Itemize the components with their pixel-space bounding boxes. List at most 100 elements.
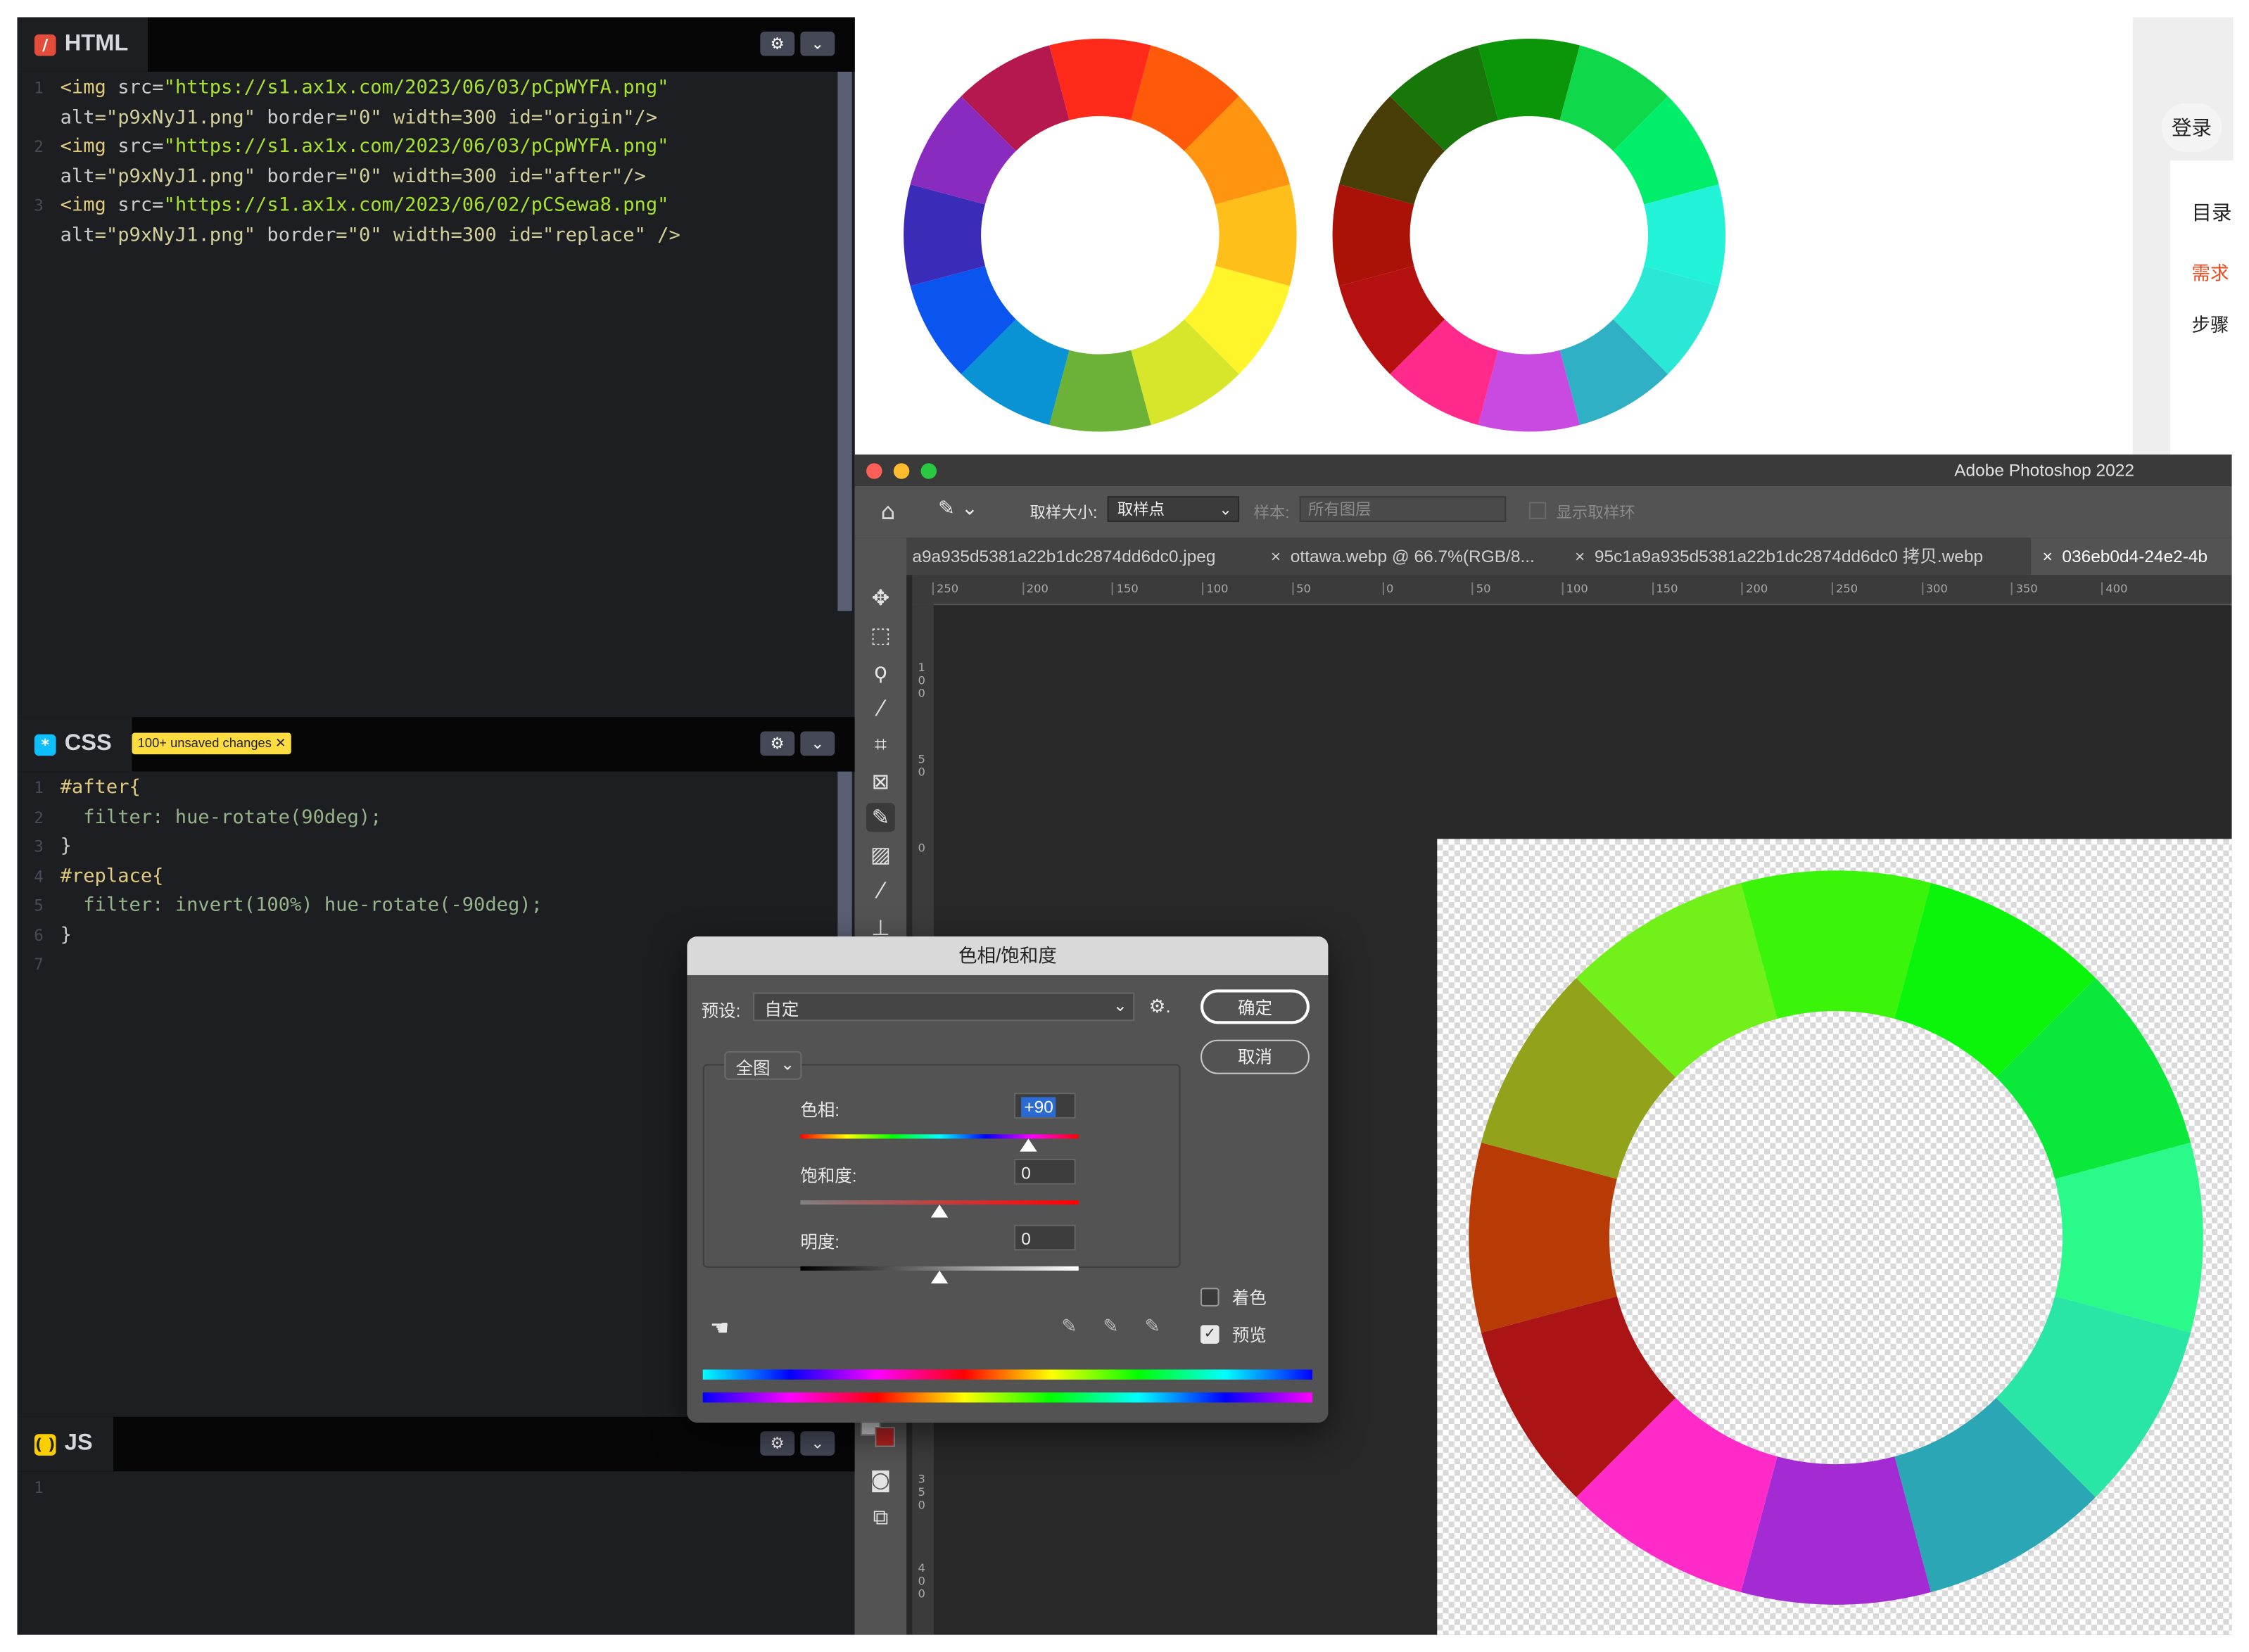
code-token: =: [152, 195, 164, 217]
brush-tool-icon[interactable]: ⁄: [866, 876, 895, 905]
document-canvas[interactable]: [1437, 839, 2232, 1635]
css-panel-header: * CSS 100+ unsaved changes ✕ ⚙ ⌄: [17, 717, 855, 772]
sample-value: 所有图层: [1307, 502, 1371, 519]
doc-tab-3[interactable]: × 95c1a9a935d5381a22b1dc2874dd6dc0 拷贝.we…: [1575, 538, 1983, 575]
ruler-label: 250: [1831, 582, 1858, 595]
close-window-button[interactable]: [866, 463, 882, 479]
sample-size-select[interactable]: 取样点 ⌄: [1107, 496, 1240, 522]
ruler-label: 150: [1652, 582, 1678, 595]
code-token: =: [152, 77, 164, 99]
ruler-label: 350: [2011, 582, 2038, 595]
login-button[interactable]: 登录: [2161, 103, 2222, 153]
chevron-down-icon: ⌄: [1219, 502, 1232, 519]
html-collapse-button[interactable]: ⌄: [800, 31, 835, 56]
lasso-tool-icon[interactable]: ϙ: [866, 657, 895, 686]
unsaved-changes-badge[interactable]: 100+ unsaved changes ✕: [132, 732, 292, 755]
cancel-label: 取消: [1237, 1046, 1272, 1067]
lightness-input[interactable]: 0: [1014, 1224, 1076, 1251]
healing-brush-tool-icon[interactable]: ▨: [866, 840, 895, 869]
doc-tab-1[interactable]: a9a935d5381a22b1dc2874dd6dc0.jpeg: [912, 538, 1215, 575]
doc-tab-label: ottawa.webp @ 66.7%(RGB/8...: [1290, 546, 1535, 567]
js-panel-tab[interactable]: ( ) JS: [17, 1416, 113, 1472]
move-tool-icon[interactable]: ✥: [866, 584, 895, 613]
hue-input[interactable]: +90: [1014, 1093, 1076, 1119]
show-sampling-ring-checkbox[interactable]: [1528, 502, 1547, 519]
marquee-tool-icon[interactable]: ⬚: [866, 621, 895, 650]
code-line-text: #after{: [60, 777, 141, 799]
line-number: 1: [34, 778, 44, 798]
hand-adjust-icon[interactable]: ☚: [710, 1315, 729, 1341]
js-collapse-button[interactable]: ⌄: [800, 1431, 835, 1456]
document-tabs: a9a935d5381a22b1dc2874dd6dc0.jpeg × otta…: [897, 538, 2232, 576]
close-icon[interactable]: ×: [1575, 547, 1585, 567]
ok-label: 确定: [1237, 998, 1272, 1019]
cancel-button[interactable]: 取消: [1200, 1039, 1310, 1074]
chevron-down-icon: ⌄: [811, 1434, 825, 1453]
sample-layers-select[interactable]: 所有图层: [1299, 496, 1507, 522]
eyedropper-tool-icon[interactable]: ✎: [866, 803, 895, 832]
js-code-area[interactable]: 1: [17, 1471, 837, 1634]
lightness-value: 0: [1021, 1228, 1031, 1250]
css-icon: *: [34, 733, 56, 756]
channel-select[interactable]: 全图 ⌄: [724, 1051, 802, 1080]
saturation-label: 饱和度:: [800, 1166, 857, 1186]
close-icon[interactable]: ×: [1271, 547, 1281, 567]
html-code-area[interactable]: 1 <img src="https://s1.ax1x.com/2023/06/0…: [17, 72, 837, 717]
code-token: ="0" width=300 id="after"/>: [336, 166, 646, 189]
eyedropper-icon[interactable]: ✎: [1061, 1315, 1077, 1338]
css-settings-button[interactable]: ⚙: [760, 731, 795, 756]
preview-images: [904, 39, 1726, 432]
lightness-slider-thumb[interactable]: [930, 1270, 949, 1284]
ok-button[interactable]: 确定: [1200, 989, 1310, 1024]
toc-item-requirement[interactable]: 需求: [2191, 258, 2229, 286]
html-settings-button[interactable]: ⚙: [760, 31, 795, 56]
css-scrollbar[interactable]: [837, 771, 852, 958]
preview-checkbox[interactable]: ✓: [1200, 1325, 1219, 1344]
background-color-swatch[interactable]: [875, 1427, 895, 1447]
quick-mask-icon[interactable]: ◙: [866, 1466, 895, 1494]
colorize-checkbox[interactable]: [1200, 1288, 1219, 1307]
preset-select[interactable]: 自定 ⌄: [753, 992, 1135, 1022]
ruler-label: 200: [1742, 582, 1768, 595]
code-token: ="p9xNyJ1.png": [94, 166, 267, 189]
code-token: src: [118, 77, 153, 99]
gear-icon[interactable]: ⚙.: [1149, 996, 1171, 1019]
screen-mode-icon[interactable]: ⧉: [866, 1503, 895, 1532]
css-panel-tab[interactable]: * CSS: [17, 717, 132, 772]
zoom-window-button[interactable]: [920, 463, 937, 479]
code-token: "https://s1.ax1x.com/2023/06/02/pCSewa8.…: [163, 195, 669, 217]
line-number: 5: [34, 896, 44, 915]
saturation-slider-thumb[interactable]: [930, 1205, 949, 1218]
doc-tab-label: 036eb0d4-24e2-4b: [2062, 546, 2208, 567]
doc-tab-2[interactable]: × ottawa.webp @ 66.7%(RGB/8...: [1271, 538, 1535, 575]
crop-tool-icon[interactable]: ⌗: [866, 730, 895, 758]
hue-slider-thumb[interactable]: [1020, 1138, 1037, 1152]
eyedropper-minus-icon[interactable]: ✎: [1145, 1315, 1160, 1338]
code-line-text: #replace{: [60, 866, 164, 888]
quick-select-tool-icon[interactable]: ⁄: [866, 694, 895, 723]
line-number: 3: [34, 196, 44, 215]
ruler-label: 100: [1202, 582, 1229, 595]
toc-item-steps[interactable]: 步骤: [2191, 310, 2229, 337]
saturation-input[interactable]: 0: [1014, 1158, 1076, 1185]
css-collapse-button[interactable]: ⌄: [800, 731, 835, 756]
code-token: border: [267, 166, 336, 189]
code-token: alt: [60, 225, 95, 247]
eyedropper-tool-icon[interactable]: ✎ ⌄: [938, 497, 978, 521]
close-icon[interactable]: ✕: [275, 736, 286, 750]
hue-value: +90: [1021, 1097, 1056, 1117]
close-icon[interactable]: ×: [2042, 547, 2052, 567]
minimize-window-button[interactable]: [893, 463, 910, 479]
html-scrollbar[interactable]: [837, 71, 852, 611]
html-panel-tab[interactable]: / HTML: [17, 17, 148, 72]
doc-tab-active[interactable]: × 036eb0d4-24e2-4b: [2031, 538, 2232, 576]
frame-tool-icon[interactable]: ⊠: [866, 767, 895, 796]
ruler-label: 50: [1292, 582, 1311, 595]
gear-icon: ⚙: [770, 1434, 785, 1453]
eyedropper-plus-icon[interactable]: ✎: [1103, 1315, 1118, 1338]
home-icon[interactable]: ⌂: [880, 497, 895, 525]
chevron-down-icon: ⌄: [811, 34, 825, 53]
sample-label: 样本:: [1253, 504, 1290, 522]
photoshop-titlebar: Adobe Photoshop 2022: [854, 455, 2232, 488]
js-settings-button[interactable]: ⚙: [760, 1431, 795, 1456]
